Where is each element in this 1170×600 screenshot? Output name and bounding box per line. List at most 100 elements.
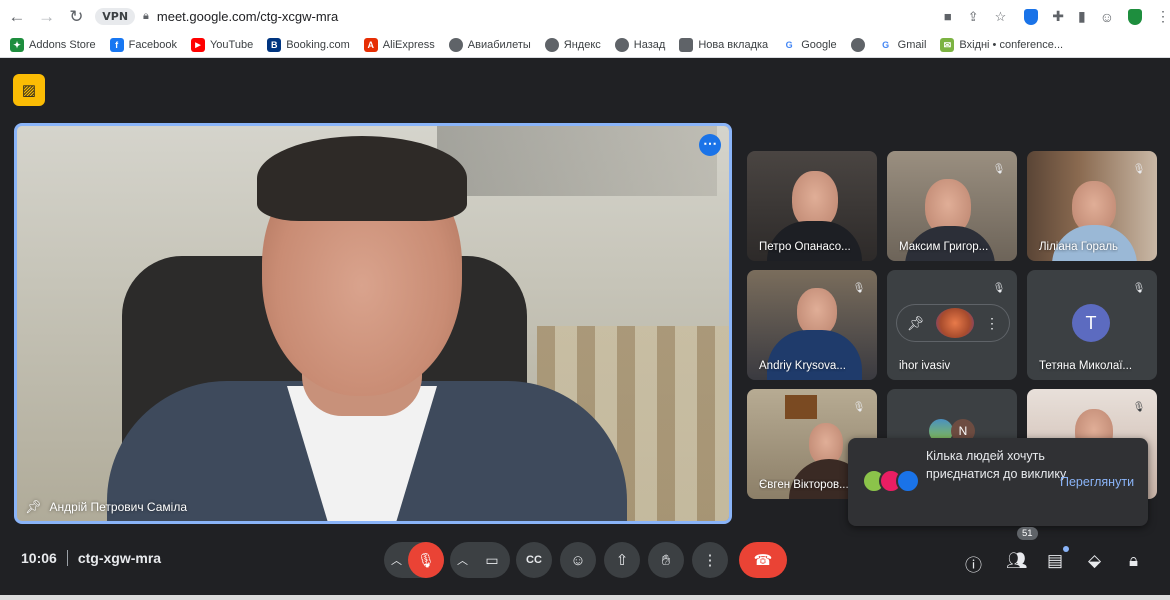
- tile-hover-controls: 📌︎ ⋮: [897, 305, 1009, 341]
- participant-name: Максим Григор...: [899, 241, 989, 253]
- main-speaker-label: 📌︎ Андрій Петрович Саміла: [25, 499, 187, 515]
- participant-name: Петро Опанасо...: [759, 241, 851, 253]
- youtube-icon: ▶: [190, 38, 205, 52]
- globe-icon: [614, 38, 629, 52]
- bookmark-star-icon[interactable]: ☆: [995, 9, 1007, 25]
- bookmark-item[interactable]: ✉ Вхідні • conference...: [940, 38, 1063, 52]
- addons-store-icon: ✦: [10, 38, 24, 52]
- security-extension-icon[interactable]: [1128, 8, 1143, 25]
- participants-count-badge: 51: [1017, 527, 1038, 540]
- participant-tile[interactable]: Петро Опанасо...: [747, 151, 877, 261]
- bookmark-item[interactable]: G Google: [782, 38, 837, 52]
- call-controls-bar: 10:06 ctg-xgw-mra ︿ 🎙︎ ︿ ▭ CC ☺ ⇧ ✋︎ ⋮ ☎…: [0, 527, 1170, 590]
- mic-off-icon: 🎙︎: [852, 401, 866, 413]
- mic-control-group: ︿ 🎙︎: [384, 542, 444, 578]
- bookmark-item[interactable]: Авиабилеты: [448, 38, 531, 52]
- activities-icon[interactable]: ⬙: [1088, 551, 1101, 571]
- divider: [66, 550, 68, 566]
- meeting-info: 10:06 ctg-xgw-mra: [21, 550, 161, 566]
- participant-name: Ліліана Гораль: [1039, 241, 1119, 253]
- mic-off-icon: 🎙︎: [1132, 282, 1146, 294]
- shield-extension-icon[interactable]: [1024, 8, 1039, 25]
- participant-tile[interactable]: 🎙︎ Ліліана Гораль: [1027, 151, 1157, 261]
- meeting-code: ctg-xgw-mra: [77, 550, 162, 566]
- bookmark-item[interactable]: [850, 38, 865, 52]
- chat-unread-dot: [1063, 546, 1069, 552]
- pin-icon[interactable]: 📌︎: [25, 499, 42, 515]
- taskbar-edge: [0, 595, 1170, 600]
- meet-stage: ▨ ⋯ 📌︎ Андрій Петрович Саміла Петро Опан…: [0, 59, 1170, 600]
- bookmark-item[interactable]: B Booking.com: [267, 38, 350, 52]
- participant-name: Тетяна Миколаї...: [1039, 360, 1133, 372]
- url-text[interactable]: meet.google.com/ctg-xcgw-mra: [157, 9, 338, 24]
- booking-icon: B: [267, 38, 282, 52]
- mic-off-icon: 🎙︎: [992, 163, 1006, 175]
- browser-toolbar: ← → ↻ VPN 🔒︎ meet.google.com/ctg-xcgw-mr…: [0, 0, 1170, 33]
- bookmark-item[interactable]: Яндекс: [544, 38, 601, 52]
- vpn-badge[interactable]: VPN: [95, 8, 136, 25]
- chevron-up-icon[interactable]: ︿: [391, 552, 402, 568]
- participant-name: Євген Вікторов...: [759, 479, 849, 491]
- camera-control-group: ︿ ▭: [450, 542, 510, 578]
- reload-button[interactable]: ↻: [64, 4, 90, 30]
- host-controls-lock-icon[interactable]: 🔒︎: [1129, 551, 1138, 571]
- participant-name: Andriy Krysova...: [759, 360, 846, 372]
- forward-button[interactable]: →: [34, 4, 60, 30]
- emoji-reactions-button[interactable]: ☺: [560, 542, 596, 578]
- requester-avatar: [896, 469, 920, 493]
- extensions-puzzle-icon[interactable]: ✚: [1052, 8, 1064, 25]
- people-icon[interactable]: 👥︎: [1006, 551, 1028, 571]
- back-button[interactable]: ←: [4, 4, 30, 30]
- bookmarks-bar: ✦ Addons Store f Facebook ▶ YouTube B Bookin…: [0, 33, 1170, 58]
- browser-menu-icon[interactable]: ⋮: [1156, 8, 1170, 25]
- raise-hand-button[interactable]: ✋︎: [648, 542, 684, 578]
- leave-call-button[interactable]: ☎︎: [739, 542, 787, 578]
- main-speaker-video[interactable]: ⋯ 📌︎ Андрій Петрович Саміла: [14, 123, 732, 524]
- side-panel-icon[interactable]: ▮: [1078, 8, 1086, 25]
- aliexpress-icon: A: [363, 38, 378, 52]
- camera-toggle-button[interactable]: ▭: [474, 542, 510, 578]
- chat-icon[interactable]: ▤: [1047, 551, 1063, 571]
- view-requests-link[interactable]: Переглянути: [1060, 475, 1134, 489]
- join-request-toast: Кілька людей хочуть приєднатися до викли…: [848, 438, 1148, 526]
- address-bar[interactable]: VPN 🔒︎ meet.google.com/ctg-xcgw-mra ■ ⇪ …: [95, 5, 1006, 29]
- more-options-button[interactable]: ⋮: [692, 542, 728, 578]
- pin-icon[interactable]: 📌︎: [907, 315, 925, 332]
- mail-icon: ✉: [940, 38, 955, 52]
- mic-off-icon: 🎙︎: [1132, 163, 1146, 175]
- participant-tile[interactable]: 🎙︎ Andriy Krysova...: [747, 270, 877, 380]
- bookmark-item[interactable]: A AliExpress: [363, 38, 435, 52]
- main-speaker-name: Андрій Петрович Саміла: [49, 500, 187, 514]
- mic-off-icon: 🎙︎: [852, 282, 866, 294]
- bookmark-item[interactable]: G Gmail: [878, 38, 926, 52]
- bookmark-item[interactable]: Назад: [614, 38, 665, 52]
- participant-tile[interactable]: 🎙︎ T Тетяна Миколаї...: [1027, 270, 1157, 380]
- participant-avatar: T: [1072, 304, 1110, 342]
- participant-name: ihor ivasiv: [899, 360, 951, 372]
- participant-tile[interactable]: 🎙︎ Максим Григор...: [887, 151, 1017, 261]
- more-options-icon[interactable]: ⋮: [985, 315, 999, 332]
- join-request-text: Кілька людей хочуть приєднатися до викли…: [926, 449, 1067, 481]
- google-icon: G: [782, 38, 797, 52]
- present-screen-button[interactable]: ⇧: [604, 542, 640, 578]
- bookmark-item[interactable]: ✦ Addons Store: [10, 38, 96, 52]
- camera-off-indicator-icon[interactable]: ▨: [13, 74, 45, 106]
- camera-permission-icon[interactable]: ■: [944, 9, 952, 24]
- lock-icon[interactable]: 🔒︎: [143, 10, 149, 23]
- profile-icon[interactable]: ☺: [1100, 9, 1114, 25]
- meeting-details-icon[interactable]: ⓘ: [965, 551, 982, 576]
- clock-time: 10:06: [21, 550, 57, 566]
- bookmark-item[interactable]: Нова вкладка: [679, 38, 768, 52]
- participant-clothes: [767, 330, 862, 380]
- share-icon[interactable]: ⇪: [968, 9, 979, 25]
- mic-toggle-button[interactable]: 🎙︎: [408, 542, 444, 578]
- google-icon: G: [878, 38, 893, 52]
- mic-off-icon: 🎙︎: [1132, 401, 1146, 413]
- bookmark-item[interactable]: f Facebook: [109, 38, 177, 52]
- more-options-icon[interactable]: ⋯: [699, 134, 721, 156]
- participant-thumbnail: [935, 308, 974, 338]
- captions-button[interactable]: CC: [516, 542, 552, 578]
- bookmark-item[interactable]: ▶ YouTube: [190, 38, 253, 52]
- chevron-up-icon[interactable]: ︿: [457, 552, 468, 568]
- participant-tile[interactable]: 🎙︎ 📌︎ ⋮ ihor ivasiv: [887, 270, 1017, 380]
